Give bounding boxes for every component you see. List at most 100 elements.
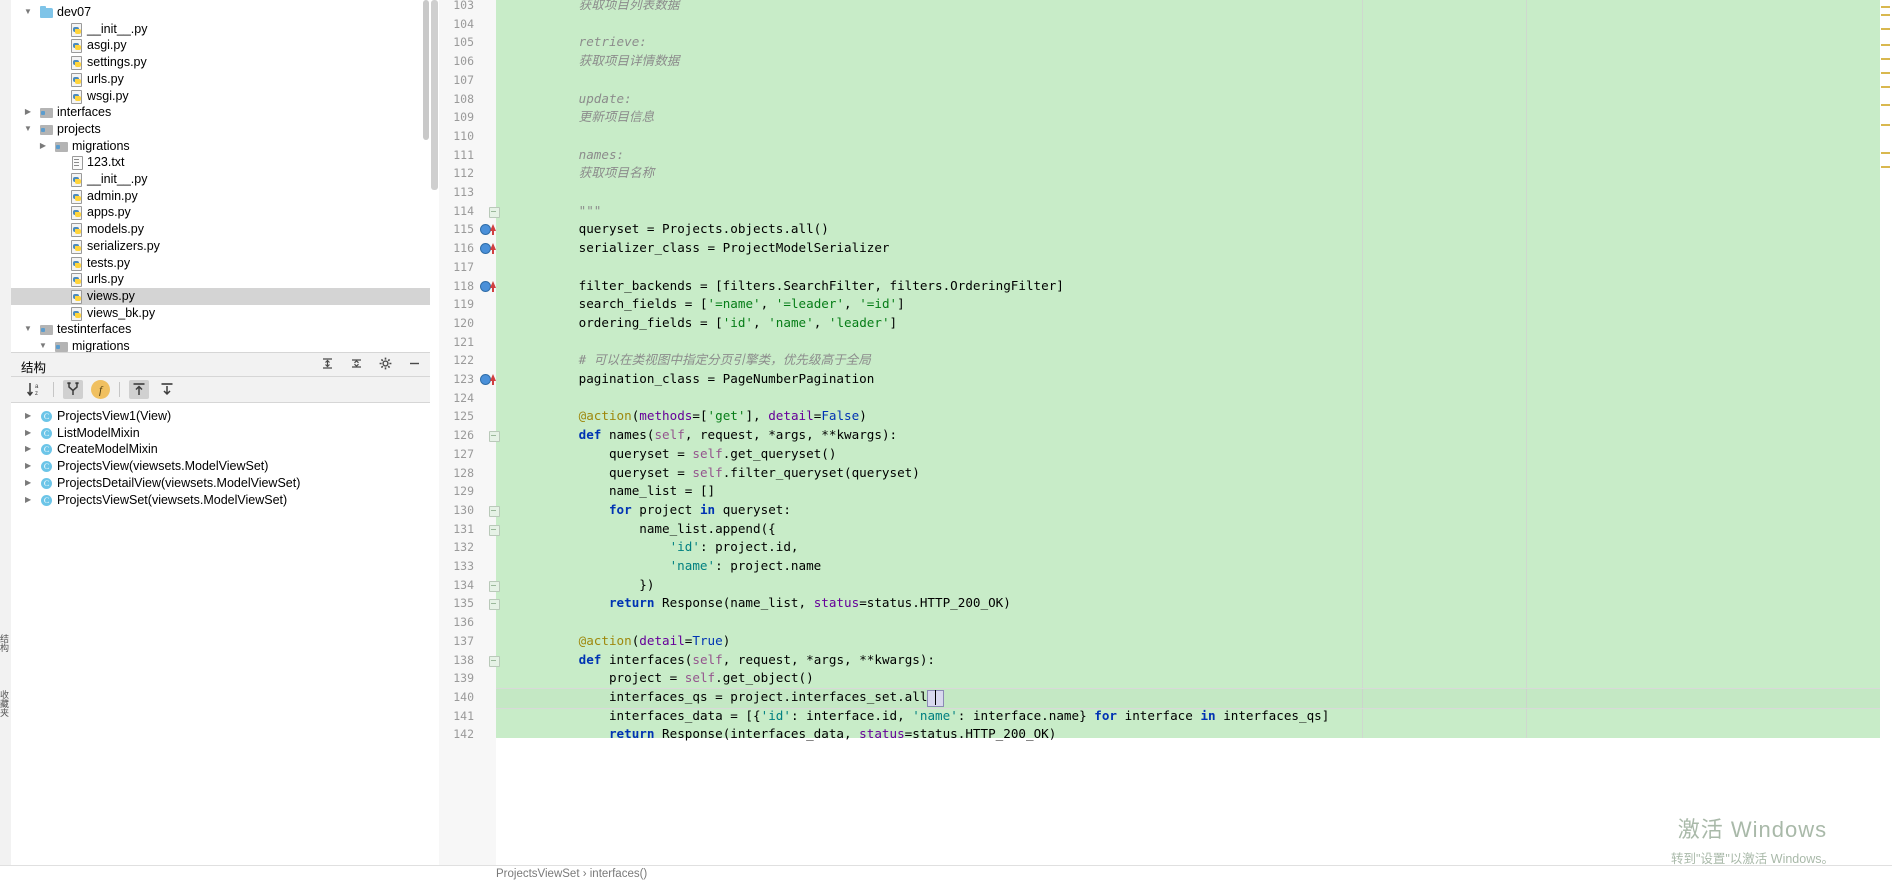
chevron-right-icon[interactable]: ▶	[23, 104, 33, 121]
code-line[interactable]: @action(methods=['get'], detail=False)	[579, 407, 867, 426]
code-line[interactable]: return Response(name_list, status=status…	[609, 594, 1011, 613]
error-stripe-mark[interactable]	[1881, 14, 1890, 16]
expand-collapse-icon[interactable]	[320, 356, 335, 371]
code-text-area[interactable]: 获取项目列表数据 retrieve: 获取项目详情数据 update: 更新项目信息 na…	[496, 0, 1892, 885]
minimize-icon[interactable]	[407, 356, 422, 371]
project-tree-item[interactable]: __init__.py	[11, 21, 430, 38]
error-stripe-mark[interactable]	[1881, 124, 1890, 126]
project-tree-item[interactable]: __init__.py	[11, 171, 430, 188]
error-stripe-mark[interactable]	[1881, 104, 1890, 106]
code-line[interactable]: name_list.append({	[639, 520, 775, 539]
code-fold-icon[interactable]	[489, 206, 500, 218]
project-tree-item[interactable]: wsgi.py	[11, 88, 430, 105]
project-tree-item[interactable]: ▼ dev07	[11, 4, 430, 21]
project-tree-item[interactable]: ▼ projects	[11, 121, 430, 138]
override-marker-icon[interactable]	[490, 374, 496, 385]
chevron-down-icon[interactable]: ▼	[23, 321, 33, 338]
error-stripe-mark[interactable]	[1881, 86, 1890, 88]
code-line[interactable]: interfaces_qs = project.interfaces_set.a…	[609, 688, 943, 707]
sort-alphabetically-icon[interactable]: a z	[25, 380, 45, 399]
show-fields-icon[interactable]: f	[91, 380, 110, 399]
code-line[interactable]: 更新项目信息	[579, 108, 655, 127]
project-tree-item[interactable]: 123.txt	[11, 154, 430, 171]
error-stripe-mark[interactable]	[1881, 6, 1890, 8]
code-line[interactable]: for project in queryset:	[609, 501, 791, 520]
code-line[interactable]: filter_backends = [filters.SearchFilter,…	[579, 277, 1064, 296]
override-marker-icon[interactable]	[490, 243, 496, 255]
chevron-right-icon[interactable]: ▶	[25, 441, 31, 458]
chevron-right-icon[interactable]: ▶	[38, 138, 48, 155]
code-line[interactable]: interfaces_data = [{'id': interface.id, …	[609, 707, 1329, 726]
structure-tree-item[interactable]: ▶ C CreateModelMixin	[11, 441, 430, 458]
code-editor[interactable]: 获取项目列表数据 retrieve: 获取项目详情数据 update: 更新项目信息 na…	[430, 0, 1892, 885]
structure-tree-item[interactable]: ▶ C ProjectsView1(View)	[11, 408, 430, 425]
code-line[interactable]: name_list = []	[609, 482, 715, 501]
structure-tree-item[interactable]: ▶ C ListModelMixin	[11, 425, 430, 442]
editor-error-stripe[interactable]	[1880, 0, 1892, 885]
chevron-right-icon[interactable]: ▶	[25, 475, 31, 492]
tool-window-tab-favorites[interactable]: 收藏夹	[0, 690, 11, 717]
project-tree-item[interactable]: ▼ migrations	[11, 338, 430, 352]
gutter-markers[interactable]: 103 104 105 106 107 108 109 110 111 112 113 114 115 1…	[439, 0, 500, 885]
project-tree-scrollbar[interactable]	[422, 0, 430, 352]
code-line[interactable]: @action(detail=True)	[579, 632, 731, 651]
structure-tree-item[interactable]: ▶ C ProjectsView(viewsets.ModelViewSet)	[11, 458, 430, 475]
scrollbar-thumb[interactable]	[431, 0, 438, 190]
override-marker-icon[interactable]	[490, 280, 496, 292]
settings-gear-icon[interactable]	[378, 356, 393, 371]
error-stripe-mark[interactable]	[1881, 28, 1890, 30]
project-tree-item[interactable]: ▶ interfaces	[11, 104, 430, 121]
code-line[interactable]: update:	[579, 90, 632, 109]
show-inherited-icon[interactable]	[63, 380, 83, 399]
code-line[interactable]: search_fields = ['=name', '=leader', '=i…	[579, 295, 905, 314]
project-tree-item[interactable]: urls.py	[11, 71, 430, 88]
chevron-down-icon[interactable]: ▼	[23, 4, 33, 21]
code-fold-icon[interactable]	[489, 524, 500, 536]
code-line[interactable]: 'id': project.id,	[670, 538, 799, 557]
project-tree-item[interactable]: views.py	[11, 287, 430, 305]
structure-tree-item[interactable]: ▶ C ProjectsViewSet(viewsets.ModelViewSet)	[11, 492, 430, 509]
code-fold-icon[interactable]	[489, 655, 500, 667]
error-stripe-mark[interactable]	[1881, 72, 1890, 74]
code-fold-icon[interactable]	[489, 599, 500, 611]
code-line[interactable]: project = self.get_object()	[609, 669, 814, 688]
project-tree-item[interactable]: views_bk.py	[11, 305, 430, 322]
collapse-all-icon[interactable]	[349, 356, 364, 371]
scroll-to-source-icon[interactable]	[157, 380, 177, 399]
error-stripe-mark[interactable]	[1881, 152, 1890, 154]
project-tree-item[interactable]: ▼ testinterfaces	[11, 321, 430, 338]
override-marker-icon[interactable]	[490, 224, 496, 236]
project-tree-panel[interactable]: ▼ dev07 __init__.py asgi.py settings.py urls.…	[11, 0, 430, 352]
project-tree-item[interactable]: ▶ migrations	[11, 138, 430, 155]
chevron-down-icon[interactable]: ▼	[38, 338, 48, 352]
project-tree-item[interactable]: models.py	[11, 221, 430, 238]
project-tree-item[interactable]: apps.py	[11, 204, 430, 221]
code-line[interactable]: 'name': project.name	[670, 557, 822, 576]
project-tree-item[interactable]: admin.py	[11, 188, 430, 205]
code-line[interactable]: queryset = self.filter_queryset(queryset…	[609, 464, 920, 483]
breadcrumb[interactable]: ProjectsViewSet › interfaces()	[496, 868, 647, 880]
scroll-from-source-icon[interactable]	[129, 380, 149, 399]
project-tree-item[interactable]: settings.py	[11, 54, 430, 71]
scrollbar-thumb[interactable]	[423, 0, 429, 140]
code-fold-icon[interactable]	[489, 431, 500, 443]
error-stripe-mark[interactable]	[1881, 58, 1890, 60]
code-line[interactable]: return Response(interfaces_data, status=…	[609, 725, 1056, 744]
code-fold-icon[interactable]	[489, 580, 500, 592]
chevron-right-icon[interactable]: ▶	[25, 492, 31, 509]
code-line[interactable]: """	[579, 202, 602, 221]
code-line[interactable]: 获取项目名称	[579, 164, 655, 183]
code-line[interactable]: 获取项目详情数据	[579, 52, 680, 71]
code-line[interactable]: 获取项目列表数据	[579, 0, 680, 15]
code-line[interactable]: # 可以在类视图中指定分页引擎类，优先级高于全局	[579, 351, 871, 370]
code-line[interactable]: serializer_class = ProjectModelSerialize…	[579, 239, 890, 258]
code-line[interactable]: queryset = self.get_queryset()	[609, 445, 836, 464]
project-tree-item[interactable]: asgi.py	[11, 37, 430, 54]
code-line[interactable]: names:	[579, 146, 625, 165]
error-stripe-mark[interactable]	[1881, 44, 1890, 46]
chevron-right-icon[interactable]: ▶	[25, 408, 31, 425]
project-tree-item[interactable]: serializers.py	[11, 238, 430, 255]
chevron-right-icon[interactable]: ▶	[25, 425, 31, 442]
project-tree-item[interactable]: urls.py	[11, 271, 430, 288]
code-line[interactable]: ordering_fields = ['id', 'name', 'leader…	[579, 314, 898, 333]
